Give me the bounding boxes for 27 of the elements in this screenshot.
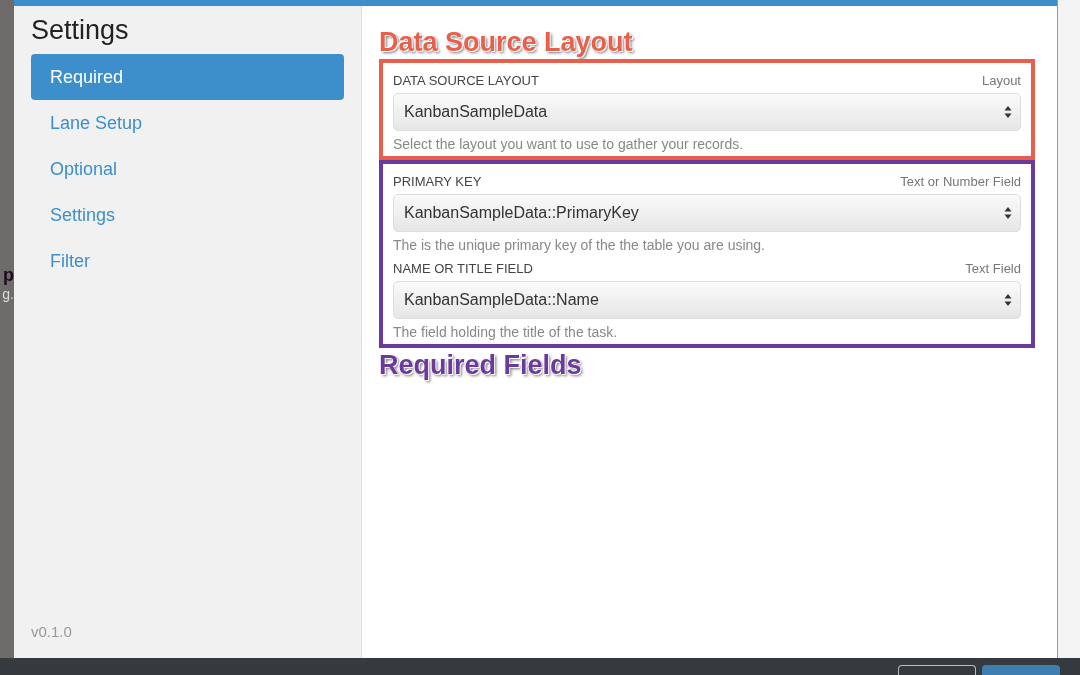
select-arrows-icon: [1004, 293, 1012, 307]
select-field[interactable]: KanbanSampleData::Name: [393, 281, 1021, 319]
sidebar-item[interactable]: Lane Setup: [31, 100, 344, 146]
select-field[interactable]: KanbanSampleData: [393, 93, 1021, 131]
select-arrows-icon: [1004, 206, 1012, 220]
sidebar-item[interactable]: Settings: [31, 192, 344, 238]
field-label: PRIMARY KEY: [393, 174, 482, 189]
sidebar-item[interactable]: Optional: [31, 146, 344, 192]
select-arrows-icon: [1004, 105, 1012, 119]
sidebar-item[interactable]: Filter: [31, 238, 344, 284]
sidebar-title: Settings: [31, 15, 130, 46]
footer-button[interactable]: [898, 665, 976, 675]
help-text: The is the unique primary key of the the table you are using.: [393, 237, 766, 253]
background-text: p: [3, 264, 14, 287]
field-type-label: Layout: [981, 73, 1021, 88]
help-text: The field holding the title of the task.: [393, 324, 619, 340]
field-type-label: Text or Number Field: [900, 174, 1021, 189]
background-text: g.: [2, 286, 14, 304]
annotation-label: Data Source Layout: [379, 26, 633, 59]
field-label: NAME OR TITLE FIELD: [393, 261, 533, 276]
field-label: DATA SOURCE LAYOUT: [393, 73, 539, 88]
help-text: Select the layout you want to use to gather your records.: [393, 136, 745, 152]
field-type-label: Text Field: [965, 261, 1021, 276]
annotation-label: Required Fields: [379, 349, 582, 382]
version-label: v0.1.0: [31, 623, 73, 640]
select-field[interactable]: KanbanSampleData::PrimaryKey: [393, 194, 1021, 232]
sidebar-item[interactable]: Required: [31, 54, 344, 100]
